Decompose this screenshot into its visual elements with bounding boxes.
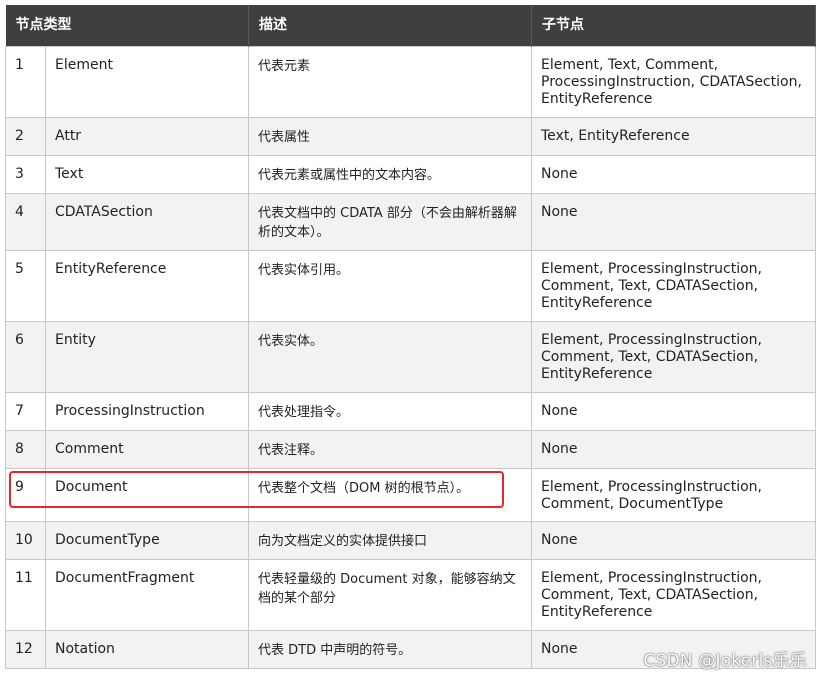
row-number-cell: 12 xyxy=(5,630,46,669)
child-nodes-cell: Element, ProcessingInstruction, Comment,… xyxy=(531,559,816,631)
watermark: CSDN @Jokerls乐乐 xyxy=(643,651,807,671)
node-type-name-cell: Element xyxy=(45,46,249,118)
child-nodes-cell: None xyxy=(531,521,816,560)
child-nodes-cell: None xyxy=(531,392,816,431)
row-number-cell: 6 xyxy=(5,321,46,393)
node-type-name-cell: Comment xyxy=(45,430,249,469)
table-header-row: 节点类型 描述 子节点 xyxy=(5,5,816,47)
row-number-cell: 2 xyxy=(5,117,46,156)
child-nodes-cell: Element, ProcessingInstruction, Comment,… xyxy=(531,468,816,522)
description-cell: 向为文档定义的实体提供接口 xyxy=(248,521,532,560)
header-node-type: 节点类型 xyxy=(5,5,249,47)
table-row: 11 DocumentFragment 代表轻量级的 Document 对象，能够容… xyxy=(5,559,816,631)
table-row: 6 Entity 代表实体。 Element, ProcessingInstructi… xyxy=(5,321,816,393)
row-number-cell: 3 xyxy=(5,155,46,194)
child-nodes-cell: Element, Text, Comment, ProcessingInstru… xyxy=(531,46,816,118)
description-cell: 代表处理指令。 xyxy=(248,392,532,431)
node-type-name-cell: EntityReference xyxy=(45,250,249,322)
node-type-table: 节点类型 描述 子节点 1 Element 代表元素 Element, Text, C… xyxy=(5,5,816,669)
row-number-cell: 1 xyxy=(5,46,46,118)
node-type-name-cell: DocumentType xyxy=(45,521,249,560)
header-description: 描述 xyxy=(248,5,532,47)
table-body: 1 Element 代表元素 Element, Text, Comment, Proc… xyxy=(5,46,816,669)
child-nodes-cell: Text, EntityReference xyxy=(531,117,816,156)
description-cell: 代表属性 xyxy=(248,117,532,156)
row-number-cell: 7 xyxy=(5,392,46,431)
row-number-cell: 4 xyxy=(5,193,46,251)
node-type-name-cell: ProcessingInstruction xyxy=(45,392,249,431)
node-type-name-cell: Attr xyxy=(45,117,249,156)
row-number-cell: 9 xyxy=(5,468,46,522)
description-cell: 代表 DTD 中声明的符号。 xyxy=(248,630,532,669)
child-nodes-cell: None xyxy=(531,193,816,251)
child-nodes-cell: None xyxy=(531,430,816,469)
table-row: 1 Element 代表元素 Element, Text, Comment, Proc… xyxy=(5,46,816,118)
node-type-name-cell: Notation xyxy=(45,630,249,669)
description-cell: 代表文档中的 CDATA 部分（不会由解析器解析的文本）。 xyxy=(248,193,532,251)
description-cell: 代表元素或属性中的文本内容。 xyxy=(248,155,532,194)
description-cell: 代表实体引用。 xyxy=(248,250,532,322)
row-number-cell: 11 xyxy=(5,559,46,631)
child-nodes-cell: Element, ProcessingInstruction, Comment,… xyxy=(531,250,816,322)
table-row: 4 CDATASection 代表文档中的 CDATA 部分（不会由解析器解析的文本… xyxy=(5,193,816,251)
description-cell: 代表整个文档（DOM 树的根节点）。 xyxy=(248,468,532,522)
description-cell: 代表注释。 xyxy=(248,430,532,469)
node-type-name-cell: CDATASection xyxy=(45,193,249,251)
row-number-cell: 5 xyxy=(5,250,46,322)
table-row: 2 Attr 代表属性 Text, EntityReference xyxy=(5,117,816,156)
row-number-cell: 10 xyxy=(5,521,46,560)
child-nodes-cell: Element, ProcessingInstruction, Comment,… xyxy=(531,321,816,393)
table-row: 3 Text 代表元素或属性中的文本内容。 None xyxy=(5,155,816,194)
node-type-name-cell: Text xyxy=(45,155,249,194)
description-cell: 代表轻量级的 Document 对象，能够容纳文档的某个部分 xyxy=(248,559,532,631)
row-number-cell: 8 xyxy=(5,430,46,469)
table-row: 7 ProcessingInstruction 代表处理指令。 None xyxy=(5,392,816,431)
node-type-name-cell: DocumentFragment xyxy=(45,559,249,631)
description-cell: 代表实体。 xyxy=(248,321,532,393)
node-type-name-cell: Document xyxy=(45,468,249,522)
description-cell: 代表元素 xyxy=(248,46,532,118)
table-row: 10 DocumentType 向为文档定义的实体提供接口 None xyxy=(5,521,816,560)
node-type-name-cell: Entity xyxy=(45,321,249,393)
child-nodes-cell: None xyxy=(531,155,816,194)
table-row: 8 Comment 代表注释。 None xyxy=(5,430,816,469)
table-row: 9 Document 代表整个文档（DOM 树的根节点）。 Element, Proc… xyxy=(5,468,816,522)
table-row: 5 EntityReference 代表实体引用。 Element, Processi… xyxy=(5,250,816,322)
header-children: 子节点 xyxy=(531,5,816,47)
